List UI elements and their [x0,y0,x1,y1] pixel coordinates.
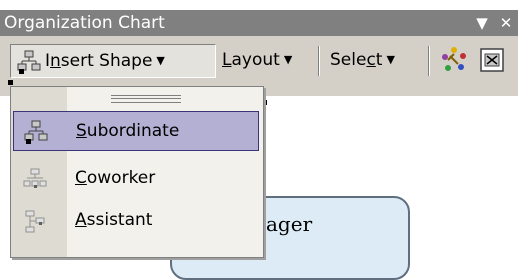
menu-drag-handle[interactable] [111,95,181,103]
insert-shape-menu: Subordinate Coworker Assistant [10,86,264,258]
menu-item-label: Coworker [75,168,156,188]
menu-item-label: Subordinate [76,121,180,141]
menu-item-label: Assistant [75,210,153,230]
shape-text: ager [266,212,313,236]
subordinate-icon [24,120,48,144]
menu-item-coworker[interactable]: Coworker [13,159,259,199]
chevron-down-icon: ▼ [156,54,165,67]
toolbar-separator [428,46,430,76]
close-icon[interactable]: ✕ [496,10,516,36]
chevron-down-icon: ▼ [386,53,395,66]
toolbar-separator [318,46,320,76]
chevron-down-icon: ▼ [283,53,293,66]
toolbar-title: Organization Chart [4,13,165,33]
fit-text-icon[interactable] [478,46,506,74]
selection-handle[interactable] [8,80,13,85]
menu-item-subordinate[interactable]: Subordinate [13,111,259,151]
toolbar-titlebar[interactable]: Organization Chart ▼ ✕ [0,10,518,36]
org-chart-icon [17,50,41,74]
select-button[interactable]: Select ▼ [330,44,395,76]
layout-button[interactable]: Layout ▼ [222,44,292,76]
insert-shape-label: Insert Shape ▼ [45,51,165,71]
menu-item-assistant[interactable]: Assistant [13,201,259,241]
toolbar-row: Insert Shape ▼ Layout ▼ Select ▼ [0,36,518,86]
assistant-icon [25,210,45,233]
coworker-icon [23,168,47,188]
autoformat-icon[interactable] [440,46,468,74]
insert-shape-button[interactable]: Insert Shape ▼ [10,44,216,78]
toolbar-options-dropdown-icon[interactable]: ▼ [472,10,492,36]
